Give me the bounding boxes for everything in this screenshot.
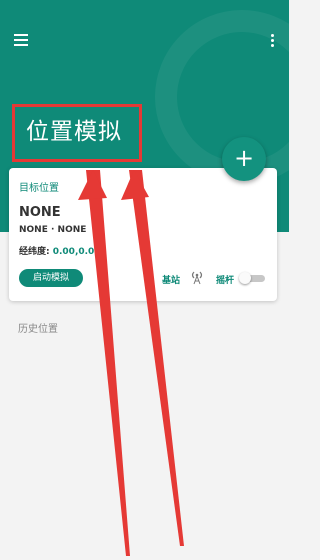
toggle-knob <box>239 272 251 284</box>
location-subtitle: NONE · NONE <box>19 225 87 235</box>
target-location-label: 目标位置 <box>19 183 59 194</box>
add-location-button[interactable]: + <box>222 137 266 181</box>
coordinates-value: 0.00,0.00 <box>52 247 101 257</box>
title-highlight-box <box>12 104 142 162</box>
joystick-label: 摇杆 <box>216 276 235 286</box>
base-station-label: 基站 <box>162 276 181 286</box>
target-location-card: 目标位置 NONE NONE · NONE 经纬度: 0.00,0.00 启动模… <box>9 168 277 301</box>
antenna-signal-icon[interactable] <box>190 269 204 285</box>
menu-icon[interactable] <box>14 34 30 48</box>
joystick-toggle[interactable] <box>239 272 265 284</box>
start-simulation-button[interactable]: 启动模拟 <box>19 269 83 287</box>
history-section-label: 历史位置 <box>18 324 58 335</box>
coordinates-label: 经纬度: <box>19 247 53 257</box>
location-name: NONE <box>19 205 61 220</box>
more-options-icon[interactable] <box>269 34 275 48</box>
coordinates: 经纬度: 0.00,0.00 <box>19 244 101 257</box>
